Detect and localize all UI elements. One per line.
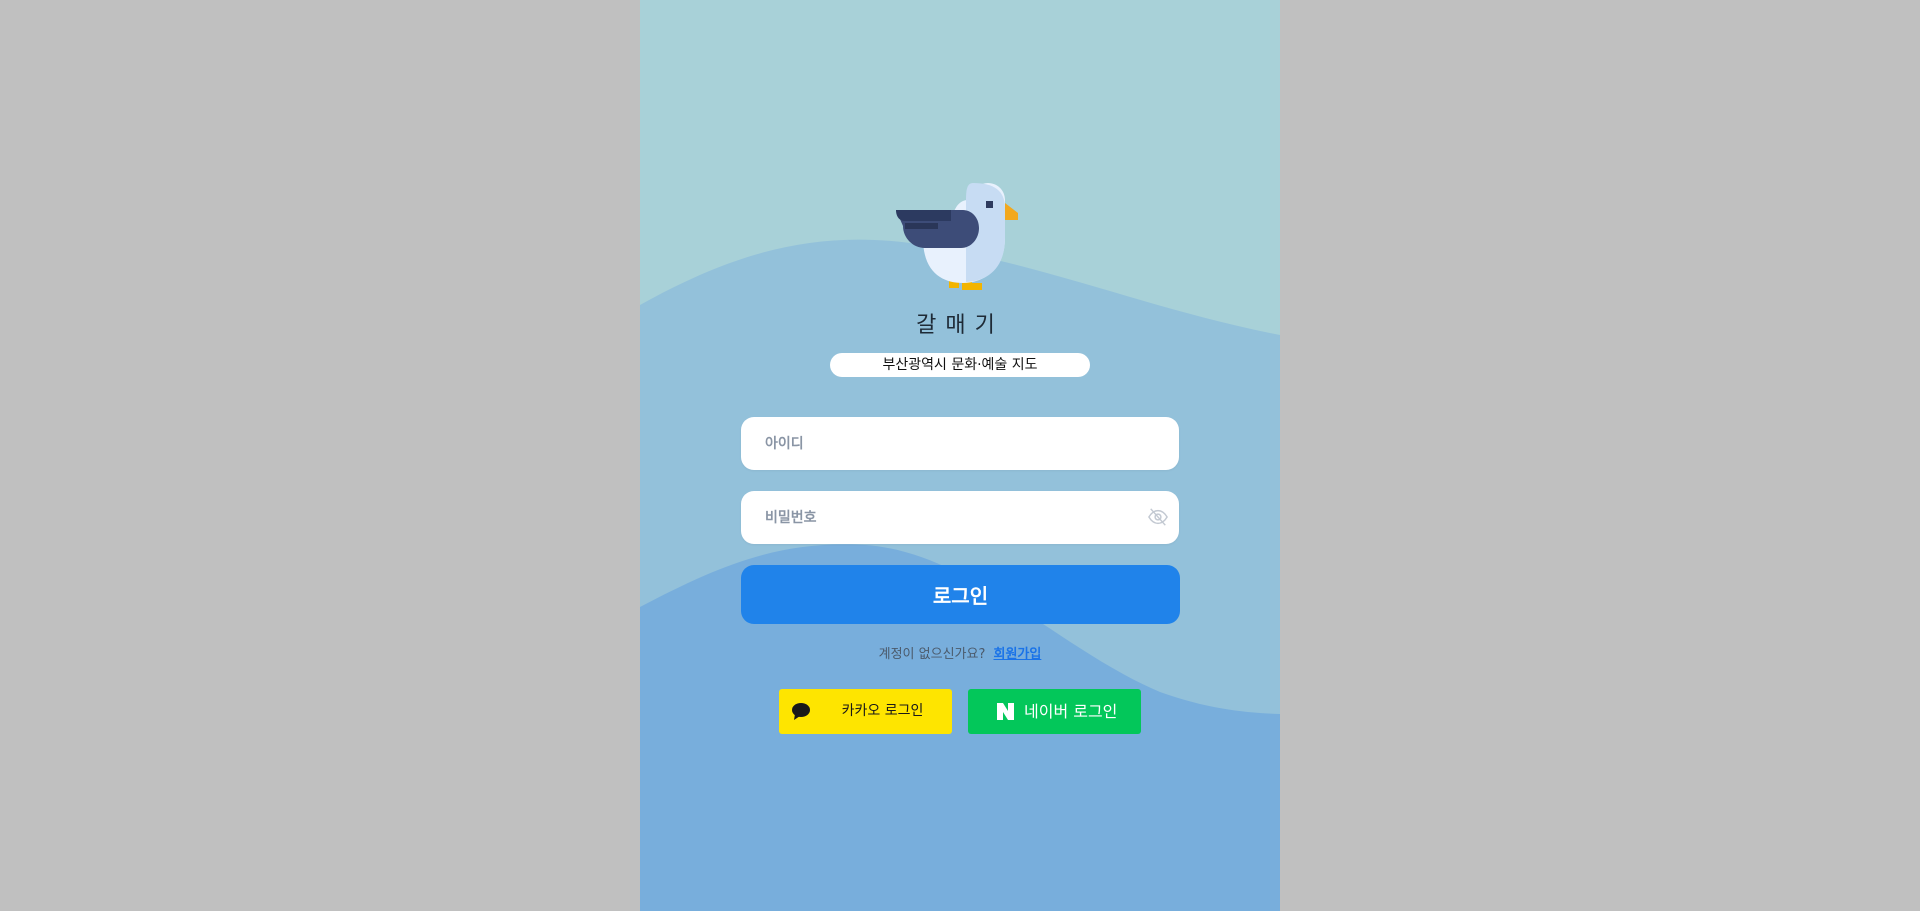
kakao-login-label: 카카오 로그인 <box>841 703 924 719</box>
kakao-login-button[interactable]: 카카오 로그인 <box>779 689 952 734</box>
signup-row: 계정이 없으신가요? 회원가입 <box>640 645 1280 665</box>
app-title: 갈매기 <box>916 313 1004 338</box>
naver-login-label: 네이버 로그인 <box>1024 702 1118 721</box>
app-subtitle-badge: 부산광역시 문화·예술 지도 <box>830 353 1090 377</box>
id-input[interactable] <box>741 417 1179 470</box>
seagull-logo-icon <box>896 183 1018 290</box>
id-field <box>741 417 1179 470</box>
naver-login-button[interactable]: 네이버 로그인 <box>968 689 1141 734</box>
password-input[interactable] <box>741 491 1179 544</box>
password-field <box>741 491 1179 544</box>
login-button[interactable]: 로그인 <box>741 565 1180 624</box>
signup-link[interactable]: 회원가입 <box>994 647 1042 662</box>
signup-prompt: 계정이 없으신가요? <box>878 647 986 662</box>
eye-slash-icon[interactable] <box>1147 507 1169 527</box>
speech-bubble-icon <box>792 703 810 720</box>
mobile-app-frame: 갈매기 부산광역시 문화·예술 지도 로그인 계정이 없으신가요? 회원가입 카… <box>640 0 1280 911</box>
naver-n-icon <box>997 703 1014 720</box>
